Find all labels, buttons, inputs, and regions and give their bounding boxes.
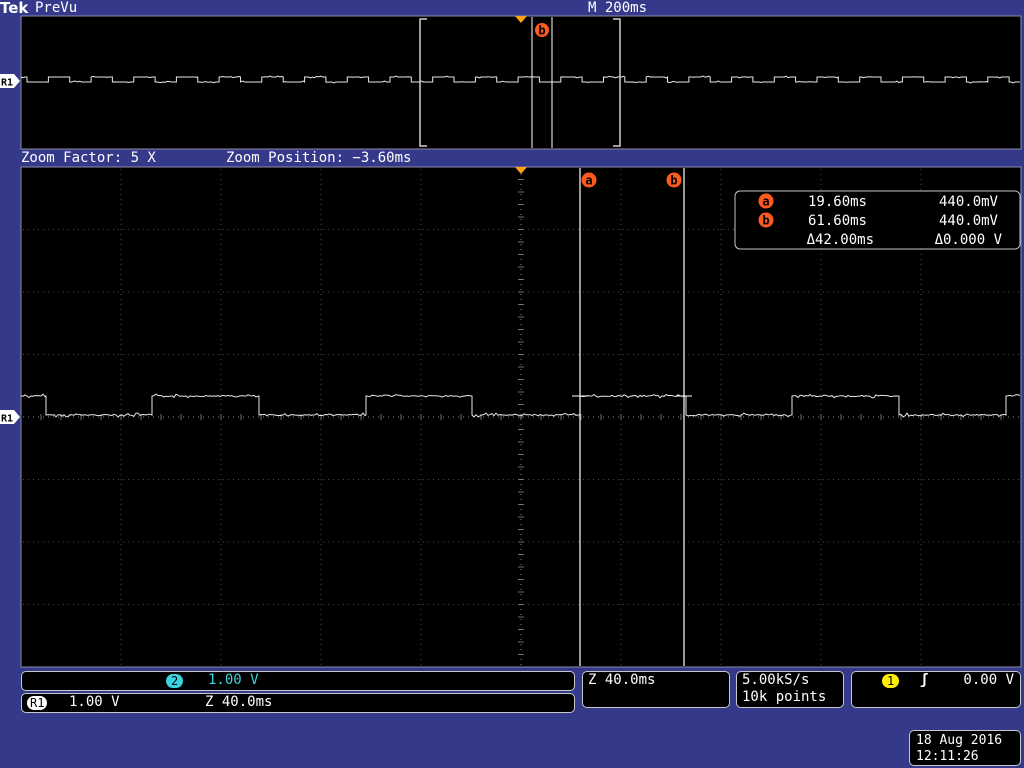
- trigger-readout[interactable]: 1 ʃ 0.00 V: [851, 671, 1021, 708]
- rising-edge-icon: ʃ: [920, 672, 929, 688]
- cursor-b-voltage: 440.0mV: [939, 213, 999, 229]
- svg-text:R1: R1: [1, 414, 13, 425]
- svg-text:R1: R1: [1, 78, 13, 89]
- svg-text:a: a: [585, 174, 592, 188]
- zoom-timebase-readout[interactable]: Z 40.0ms: [582, 671, 730, 708]
- delta-time: Δ42.00ms: [807, 232, 874, 248]
- delta-voltage: Δ0.000 V: [935, 232, 1003, 248]
- reference-1-badge: R1: [27, 696, 48, 710]
- sample-rate: 5.00kS/s: [742, 672, 810, 688]
- trigger-source-badge: 1: [882, 674, 900, 688]
- time: 12:11:26: [916, 749, 979, 764]
- svg-text:a: a: [762, 195, 769, 209]
- channel-2-scale: 1.00 V: [208, 672, 259, 688]
- svg-text:b: b: [538, 24, 545, 38]
- cursor-b-marker[interactable]: b: [666, 172, 682, 188]
- date: 18 Aug 2016: [916, 733, 1003, 748]
- cursor-readout: a b 19.60ms 440.0mV 61.60ms 440.0mV Δ42.…: [734, 190, 1021, 250]
- zoom-factor: Zoom Factor: 5 X: [21, 150, 156, 166]
- reference-1-readout[interactable]: R1 1.00 V Z 40.0ms: [21, 693, 575, 713]
- zoom-position: Zoom Position: −3.60ms: [226, 150, 412, 166]
- reference-1-scale: 1.00 V: [69, 694, 120, 710]
- reference-1-zoom: Z 40.0ms: [205, 694, 273, 710]
- channel-2-readout[interactable]: 2 1.00 V: [21, 671, 575, 691]
- ref-level-marker: R1: [0, 410, 20, 425]
- cursor-a-time: 19.60ms: [808, 194, 867, 210]
- overview-display[interactable]: b R1: [0, 14, 1024, 152]
- svg-text:b: b: [670, 174, 677, 188]
- trigger-level: 0.00 V: [963, 672, 1014, 688]
- svg-text:b: b: [762, 214, 769, 228]
- overview-ref-marker: R1: [0, 74, 20, 89]
- zoom-timebase: Z 40.0ms: [588, 672, 656, 688]
- cursor-b-time: 61.60ms: [808, 213, 867, 229]
- cursor-a-marker[interactable]: a: [581, 172, 597, 188]
- datetime-readout[interactable]: 18 Aug 2016 12:11:26: [909, 730, 1021, 766]
- channel-2-badge: 2: [166, 674, 184, 688]
- record-length: 10k points: [742, 689, 827, 705]
- zoom-display[interactable]: a b a b 19.60ms 440.0mV 61.60ms 440.0mV …: [0, 166, 1024, 669]
- acquisition-readout[interactable]: 5.00kS/s 10k points: [736, 671, 844, 708]
- cursor-a-voltage: 440.0mV: [939, 194, 999, 210]
